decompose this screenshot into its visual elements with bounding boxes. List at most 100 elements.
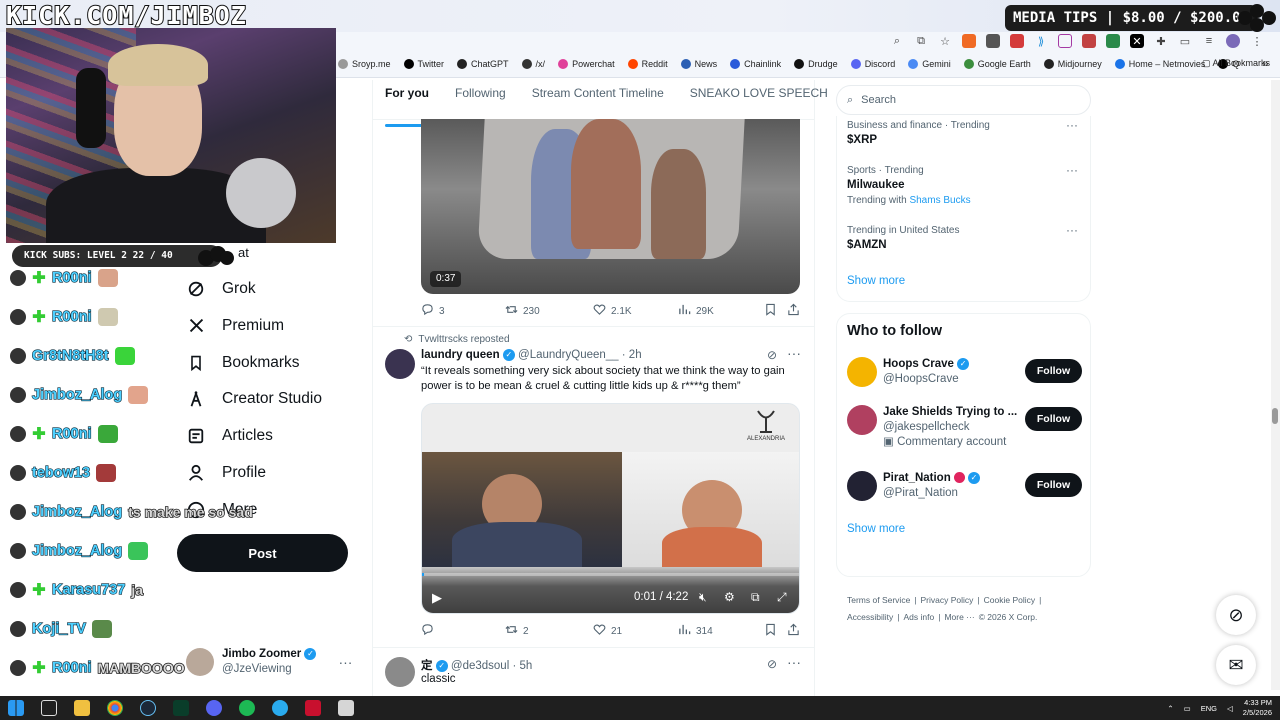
share-button[interactable] [787,623,800,639]
zoom-icon[interactable]: ⌕ [890,34,904,48]
discord-icon[interactable] [206,700,222,716]
reply-button[interactable]: 3 [421,303,445,319]
bookmark-button[interactable] [764,303,777,319]
app-icon[interactable] [305,700,321,716]
chat-username[interactable]: Gr8tN8tH8t [31,347,109,364]
bookmark-item[interactable]: Sroyp.me [338,59,391,69]
footer-link[interactable]: More ··· [944,612,974,622]
tweet-avatar[interactable] [385,349,415,379]
puzzle-icon[interactable]: ✚ [1154,34,1168,48]
profile-avatar[interactable] [1226,34,1240,48]
extension-icon[interactable] [962,34,976,48]
bookmark-item[interactable]: ChatGPT [457,59,509,69]
trend-more-icon[interactable]: ··· [1066,223,1078,237]
follow-suggestion[interactable]: Jake Shields Trying to ... @jakespellchec… [847,405,1082,448]
trend-related-link[interactable]: Bucks [943,195,970,206]
nav-item-bookmarks[interactable]: Bookmarks [186,349,300,377]
tray-icon[interactable]: ▭ [1184,704,1191,713]
install-icon[interactable]: ⧉ [914,34,928,48]
extension-icon[interactable] [1082,34,1096,48]
extension-icon[interactable] [1010,34,1024,48]
tweet-more-icon[interactable]: ··· [787,654,801,670]
volume-icon[interactable]: ◁ [1227,704,1233,713]
bookmark-item[interactable]: Chainlink [730,59,781,69]
nav-item-creator-studio[interactable]: Creator Studio [186,385,322,413]
telegram-icon[interactable] [272,700,288,716]
tab-following[interactable]: Following [455,86,506,120]
star-icon[interactable]: ☆ [938,34,952,48]
views-button[interactable]: 314 [678,623,713,639]
extension-icon[interactable]: ⟫ [1034,34,1048,48]
like-button[interactable]: 2.1K [593,303,632,319]
footer-link[interactable]: Terms of Service [847,595,910,605]
footer-link[interactable]: © 2026 X Corp. [979,612,1038,622]
tweet-author-name[interactable]: 定 [421,660,433,672]
tab-sneako-love-speech[interactable]: SNEAKO LOVE SPEECH [690,86,828,120]
spotify-icon[interactable] [239,700,255,716]
tweet-author-handle[interactable]: @LaundryQueen__ [518,349,619,361]
chat-username[interactable]: Koji_TV [31,620,86,637]
trend-item[interactable]: Trending in United States $AMZN ··· [847,223,1082,251]
grok-icon[interactable]: ⊘ [767,348,777,362]
chat-username[interactable]: Jimboz_Alog [31,503,122,520]
kick-app-icon[interactable] [173,700,189,716]
nav-item-premium[interactable]: Premium [186,312,284,340]
grok-icon[interactable]: ⊘ [767,657,777,671]
kebab-menu-icon[interactable]: ⋮ [1250,34,1264,48]
share-button[interactable] [787,303,800,319]
start-icon[interactable] [8,700,24,716]
follow-button[interactable]: Follow [1025,407,1082,431]
steam-icon[interactable] [140,700,156,716]
settings-icon[interactable]: ⚙ [724,590,735,604]
tweet-avatar[interactable] [385,657,415,687]
follow-suggestion[interactable]: Pirat_Nation ✓ @Pirat_Nation Follow [847,471,1082,511]
bookmark-item[interactable]: Google Earth [963,59,1031,69]
tweet-video-1[interactable] [421,119,800,294]
nav-item-profile[interactable]: Profile [186,459,266,487]
play-icon[interactable]: ▶ [432,590,442,606]
bookmark-item[interactable]: Gemini [908,59,951,69]
footer-link[interactable]: Accessibility [847,612,893,622]
views-button[interactable]: 29K [678,303,714,319]
follow-button[interactable]: Follow [1025,473,1082,497]
trends-show-more[interactable]: Show more [847,275,905,287]
extension-icon[interactable] [1106,34,1120,48]
tweet-author-name[interactable]: laundry queen [421,349,500,361]
chat-username[interactable]: Karasu737 [51,581,126,598]
extension-icon[interactable] [1058,34,1072,48]
trend-item[interactable]: Business and finance · Trending $XRP ··· [847,118,1082,146]
pip-icon[interactable]: ⧉ [751,590,760,605]
trend-item[interactable]: Sports · Trending Milwaukee Trending with … [847,163,1082,206]
repost-button[interactable]: 2 [505,623,529,639]
tweet-more-icon[interactable]: ··· [787,345,801,361]
bookmark-item[interactable]: Midjourney [1043,59,1102,69]
bookmark-item[interactable]: Reddit [627,59,668,69]
nav-item-grok[interactable]: Grok [186,275,256,303]
tweet-time[interactable]: · 5h [512,660,532,672]
tweet-video-2[interactable]: ALEXANDRIA ▶ 0:01 / 4:22 🔇︎ ⚙ ⧉ ⤢ [421,403,800,614]
trend-more-icon[interactable]: ··· [1066,118,1078,132]
menu-icon[interactable]: ≡ [1202,34,1216,48]
follow-button[interactable]: Follow [1025,359,1082,383]
nav-item-articles[interactable]: Articles [186,422,273,450]
chat-username[interactable]: R00ni [51,659,92,676]
bookmark-item[interactable]: News [680,59,717,69]
bookmark-item[interactable]: /x/ [521,59,545,69]
bookmark-item[interactable]: Home – Netmovies [1114,59,1205,69]
fullscreen-icon[interactable]: ⤢ [777,590,787,605]
follow-show-more[interactable]: Show more [847,523,905,535]
follow-suggestion[interactable]: Hoops Crave ✓ @HoopsCrave Follow [847,357,1082,397]
grok-fab-button[interactable]: ⊘ [1216,595,1256,635]
footer-link[interactable]: Cookie Policy [984,595,1036,605]
tweet-author-handle[interactable]: @de3dsoul [451,660,509,672]
task-view-icon[interactable] [41,700,57,716]
tab-for-you[interactable]: For you [385,86,429,127]
mute-icon[interactable]: 🔇︎ [699,590,707,605]
tray-chevron-icon[interactable]: ⌃ [1167,704,1173,713]
all-bookmarks[interactable]: ▢ All Bookmarks [1202,58,1270,69]
shield-extension-icon[interactable] [986,34,1000,48]
account-more-icon[interactable]: ··· [338,654,352,670]
bookmark-button[interactable] [764,623,777,639]
scrollbar[interactable] [1271,80,1280,690]
clock[interactable]: 4:33 PM 2/5/2026 [1243,698,1272,718]
